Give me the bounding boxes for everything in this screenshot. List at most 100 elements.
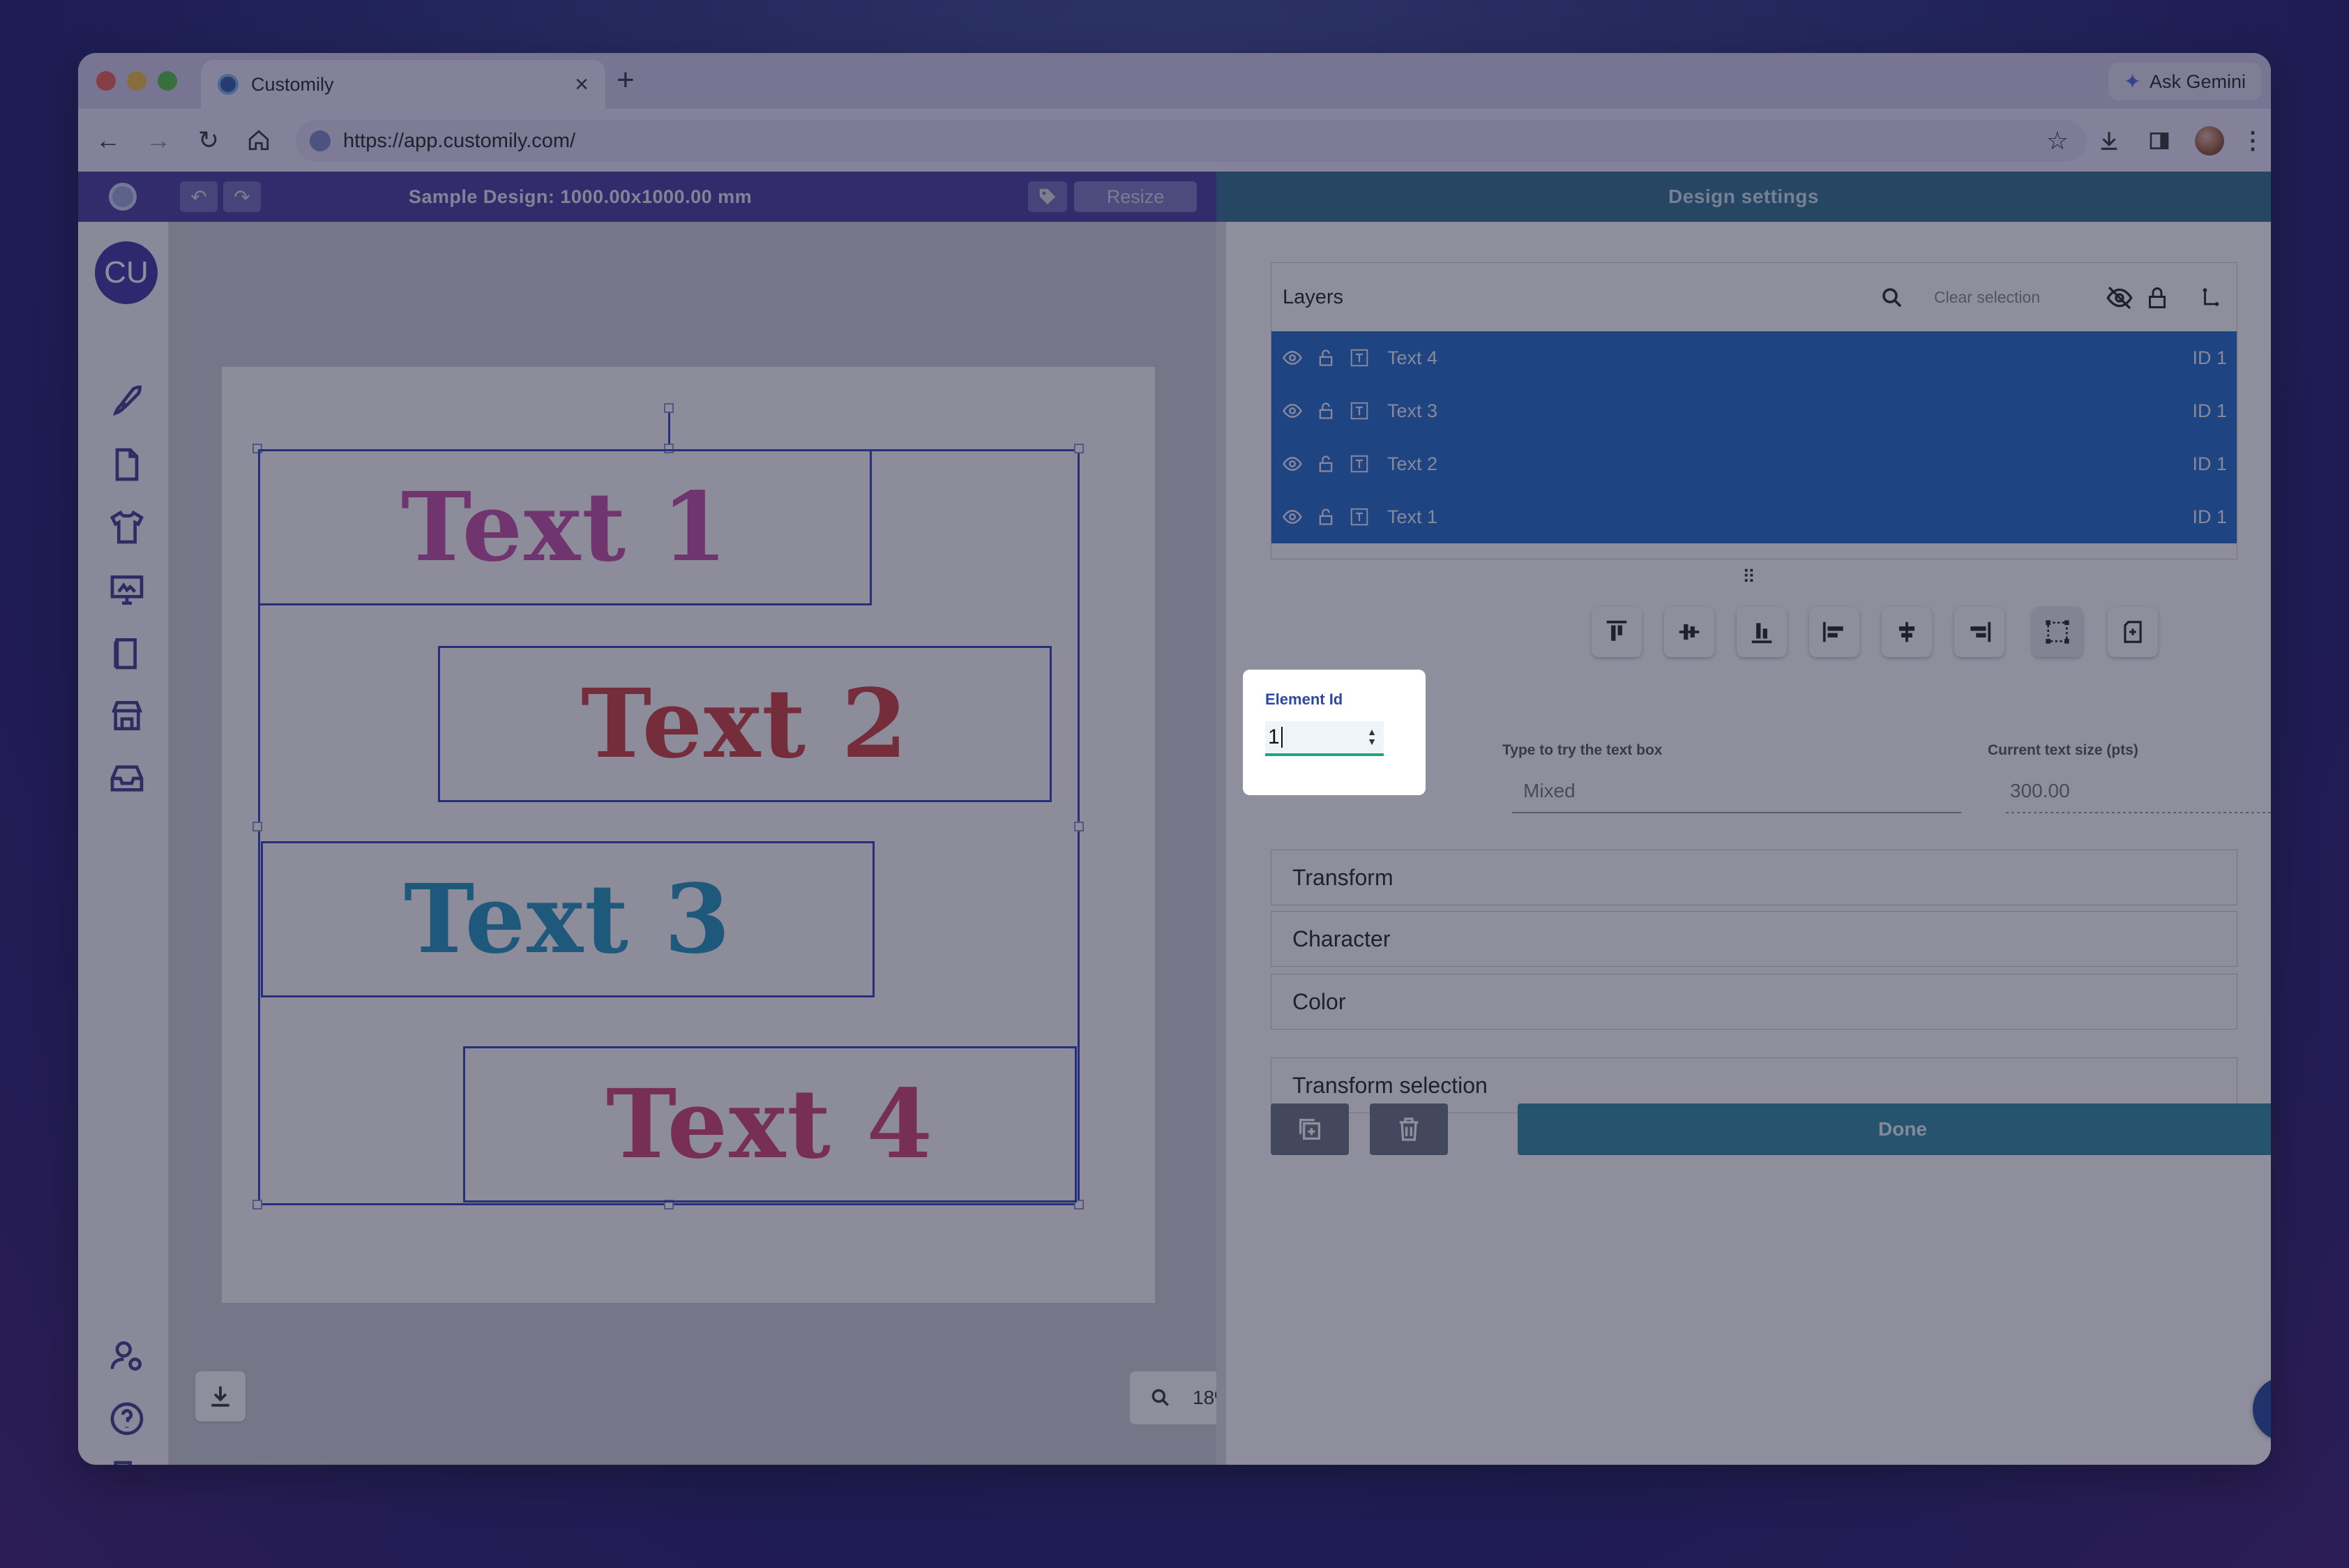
resize-button[interactable]: Resize bbox=[1074, 181, 1197, 212]
tag-button[interactable] bbox=[1028, 181, 1067, 212]
align-left-button[interactable] bbox=[1809, 607, 1859, 657]
file-icon bbox=[115, 448, 139, 481]
forward-button[interactable]: → bbox=[139, 121, 177, 159]
transform-section[interactable]: Transform bbox=[1271, 850, 2237, 905]
unlock-icon[interactable] bbox=[1313, 400, 1338, 421]
eye-icon[interactable] bbox=[1280, 347, 1305, 368]
sidebar-item-store[interactable] bbox=[106, 695, 148, 737]
downloads-button[interactable] bbox=[2090, 120, 2129, 162]
delete-button[interactable] bbox=[1370, 1103, 1448, 1155]
sidebar-item-orders[interactable] bbox=[106, 757, 148, 799]
align-right-button[interactable] bbox=[1954, 607, 2004, 657]
user-avatar[interactable]: CU bbox=[95, 241, 158, 304]
eye-off-icon[interactable] bbox=[2106, 284, 2133, 312]
sidebar-item-launch[interactable] bbox=[106, 381, 148, 423]
search-icon[interactable] bbox=[1880, 285, 1905, 310]
back-button[interactable]: ← bbox=[89, 121, 127, 159]
customily-favicon-icon bbox=[218, 74, 239, 95]
select-bounds-button[interactable] bbox=[2032, 607, 2083, 657]
lock-icon[interactable] bbox=[2145, 284, 2170, 312]
site-info-icon[interactable] bbox=[310, 130, 331, 151]
eye-icon[interactable] bbox=[1280, 453, 1305, 474]
panel-resize-handle-icon[interactable]: ⠿ bbox=[1742, 566, 1755, 588]
text-element-label: Text 4 bbox=[605, 1069, 934, 1180]
ask-gemini-button[interactable]: ✦ Ask Gemini bbox=[2108, 63, 2261, 100]
sidebar-item-logout[interactable] bbox=[106, 1456, 148, 1465]
resize-handle[interactable] bbox=[252, 1200, 262, 1209]
text-element-3[interactable]: Text 3 bbox=[261, 841, 875, 997]
rotate-handle[interactable] bbox=[664, 403, 674, 413]
design-settings-panel: Layers Clear selection Text 4 ID 1 Text … bbox=[1216, 222, 2271, 1465]
sidebar-item-account[interactable] bbox=[106, 1335, 148, 1377]
text-size-input[interactable]: 300.00 bbox=[2010, 780, 2070, 802]
clear-selection-button[interactable]: Clear selection bbox=[1934, 288, 2040, 307]
layer-row[interactable]: Text 3 ID 1 bbox=[1271, 384, 2237, 437]
sidebar-item-templates[interactable] bbox=[106, 444, 148, 485]
align-top-button[interactable] bbox=[1592, 607, 1642, 657]
layer-id: ID 1 bbox=[2192, 400, 2227, 421]
layer-id: ID 1 bbox=[2192, 506, 2227, 527]
sidebar-item-help[interactable] bbox=[106, 1398, 148, 1440]
add-to-page-button[interactable] bbox=[2108, 607, 2158, 657]
text-size-underline bbox=[2006, 812, 2271, 813]
close-window-button[interactable] bbox=[96, 71, 116, 91]
align-center-button[interactable] bbox=[1882, 607, 1932, 657]
search-icon bbox=[1151, 1389, 1169, 1406]
resize-handle[interactable] bbox=[1074, 444, 1084, 453]
text-element-2[interactable]: Text 2 bbox=[438, 646, 1052, 802]
align-right-icon bbox=[1970, 621, 1991, 642]
trash-icon bbox=[1399, 1117, 1419, 1141]
text-element-label: Text 3 bbox=[403, 864, 732, 975]
unlock-icon[interactable] bbox=[1313, 347, 1338, 368]
browser-tab[interactable]: Customily × bbox=[201, 60, 605, 109]
maximize-window-button[interactable] bbox=[158, 71, 177, 91]
eye-icon[interactable] bbox=[1280, 506, 1305, 527]
download-button[interactable] bbox=[195, 1371, 246, 1422]
layer-name: Text 2 bbox=[1387, 453, 1438, 474]
profile-avatar bbox=[2195, 126, 2224, 156]
element-id-input[interactable]: 1 ▲ ▼ bbox=[1265, 721, 1384, 756]
chat-support-button[interactable] bbox=[2253, 1377, 2271, 1441]
reload-button[interactable]: ↻ bbox=[190, 121, 227, 159]
align-bottom-button[interactable] bbox=[1737, 607, 1787, 657]
bookmark-star-icon[interactable]: ☆ bbox=[2046, 126, 2069, 156]
layer-row[interactable]: Text 4 ID 1 bbox=[1271, 331, 2237, 384]
hierarchy-icon[interactable] bbox=[2199, 285, 2223, 309]
text-box-input[interactable]: Mixed bbox=[1523, 780, 1576, 802]
duplicate-button[interactable] bbox=[1271, 1103, 1349, 1155]
home-icon bbox=[248, 130, 269, 151]
gemini-star-icon: ✦ bbox=[2123, 70, 2141, 93]
sidebar-item-previews[interactable] bbox=[106, 569, 148, 611]
sidebar-item-products[interactable] bbox=[106, 506, 148, 548]
new-tab-button[interactable]: + bbox=[617, 63, 635, 98]
layer-row[interactable]: Text 2 ID 1 bbox=[1271, 437, 2237, 490]
address-bar[interactable]: https://app.customily.com/ ☆ bbox=[296, 120, 2087, 162]
profile-button[interactable] bbox=[2190, 120, 2229, 162]
resize-handle[interactable] bbox=[252, 822, 262, 831]
text-element-1[interactable]: Text 1 bbox=[258, 449, 872, 605]
number-stepper-icon[interactable]: ▲ ▼ bbox=[1367, 727, 1377, 746]
logout-icon bbox=[114, 1461, 132, 1465]
align-middle-button[interactable] bbox=[1664, 607, 1714, 657]
close-tab-icon[interactable]: × bbox=[575, 73, 589, 96]
sidebar-item-catalog[interactable] bbox=[106, 632, 148, 674]
side-panel-button[interactable] bbox=[2140, 120, 2179, 162]
canvas-area: Text 1 Text 2 Text 3 Text 4 18% bbox=[169, 222, 1269, 1465]
character-section[interactable]: Character bbox=[1271, 911, 2237, 967]
eye-icon[interactable] bbox=[1280, 400, 1305, 421]
home-button[interactable] bbox=[240, 121, 278, 159]
undo-button[interactable]: ↶ bbox=[180, 181, 218, 212]
done-button[interactable]: Done bbox=[1518, 1103, 2271, 1155]
layer-id: ID 1 bbox=[2192, 347, 2227, 368]
minimize-window-button[interactable] bbox=[127, 71, 146, 91]
resize-handle[interactable] bbox=[1074, 822, 1084, 831]
artboard[interactable]: Text 1 Text 2 Text 3 Text 4 bbox=[222, 367, 1155, 1303]
color-section[interactable]: Color bbox=[1271, 974, 2237, 1030]
unlock-icon[interactable] bbox=[1313, 506, 1338, 527]
text-element-4[interactable]: Text 4 bbox=[463, 1046, 1077, 1203]
layer-row[interactable]: Text 1 ID 1 bbox=[1271, 490, 2237, 543]
browser-menu-button[interactable]: ⋮ bbox=[2233, 120, 2271, 162]
tab-title: Customily bbox=[251, 73, 334, 95]
unlock-icon[interactable] bbox=[1313, 453, 1338, 474]
customily-logo-icon[interactable] bbox=[109, 183, 137, 211]
